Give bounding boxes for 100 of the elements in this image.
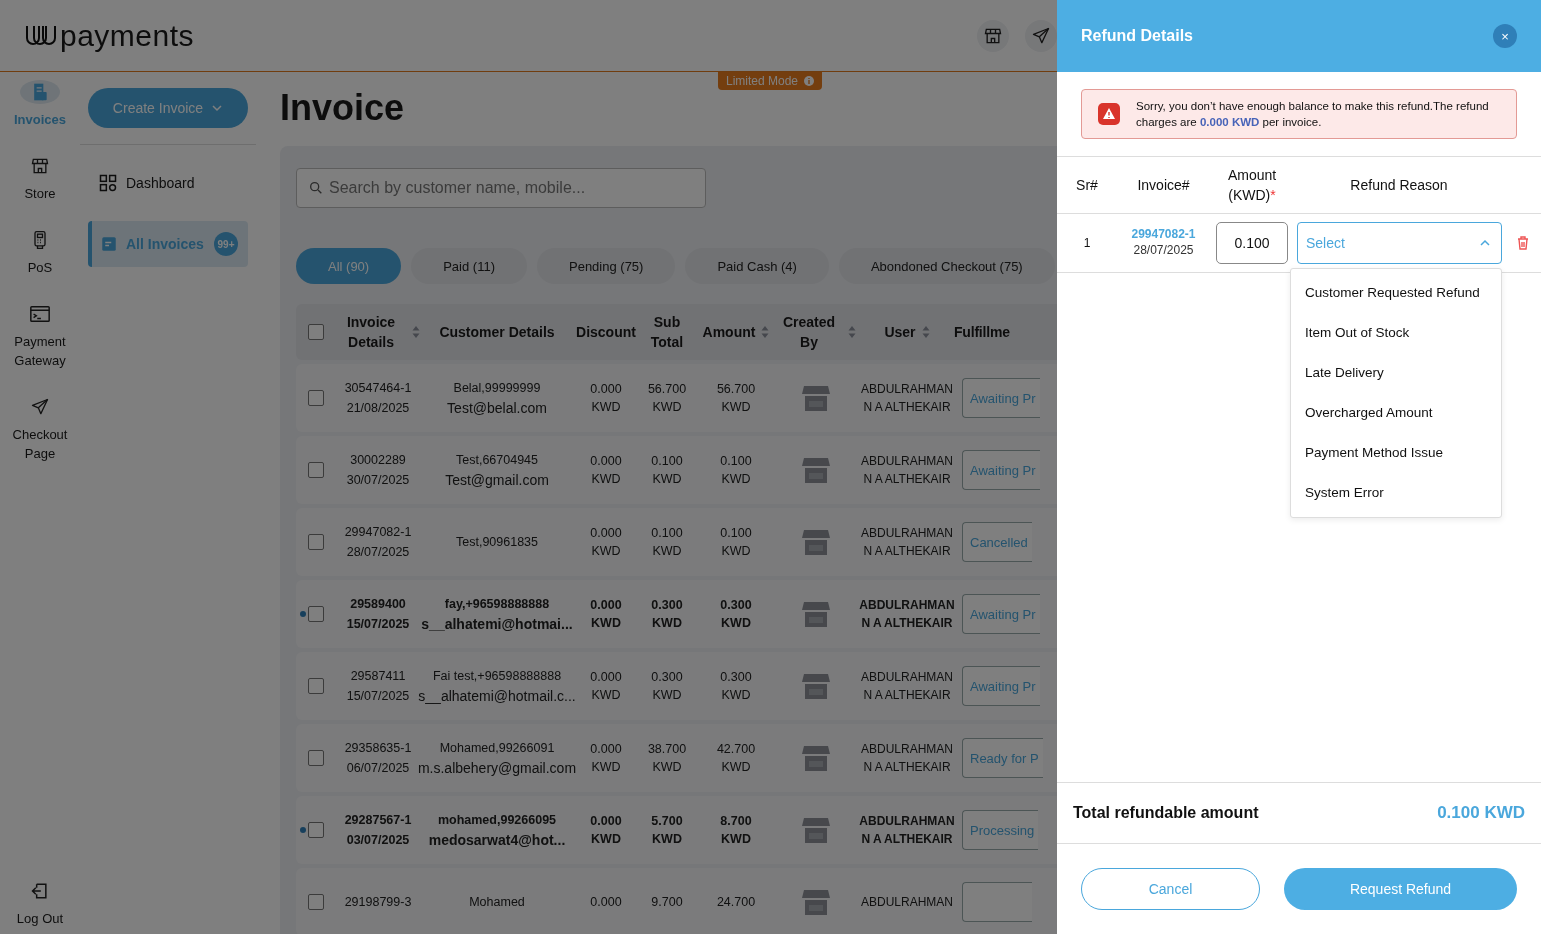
amount-value: 24.700	[716, 894, 756, 911]
column-header[interactable]: User	[884, 322, 916, 342]
invoice-date: 15/07/2025	[346, 616, 410, 633]
create-invoice-button[interactable]: Create Invoice	[88, 88, 248, 128]
status-button[interactable]: Awaiting Pr	[962, 378, 1040, 418]
status-button[interactable]: Cancelled	[962, 522, 1032, 562]
customer-name: Mohamed,99266091	[439, 740, 555, 757]
menu-item[interactable]: All Invoices 99+	[88, 221, 248, 267]
subtotal-value: 56.700 KWD	[647, 381, 687, 416]
status-button[interactable]: Awaiting Pr	[962, 666, 1040, 706]
discount-value: 0.000 KWD	[589, 597, 623, 632]
checkbox[interactable]	[308, 324, 324, 340]
invoice-link[interactable]: 29947082-1	[1131, 227, 1196, 241]
trash-icon[interactable]	[1516, 236, 1529, 250]
subtotal-value: 9.700	[651, 894, 683, 911]
invoice-date: 28/07/2025	[1133, 242, 1194, 259]
invoice-row[interactable]: 29198799-3 Mohamed 0.000 9.700 24.700 ABDULRAHMAN	[296, 868, 1057, 934]
status-button[interactable]: Awaiting Pr	[962, 450, 1040, 490]
dropdown-option[interactable]: System Error	[1291, 473, 1398, 513]
column-header[interactable]: Sub Total	[638, 312, 696, 352]
invoice-row[interactable]: 29287567-1 03/07/2025 mohamed,99266095 medosarwat4@hot... 0.000 KWD 5.700 KWD 8.700 KWD ABDULRAHMAN N A ALTHEKAIR Processing	[296, 796, 1057, 864]
cancel-button[interactable]: Cancel	[1081, 868, 1260, 910]
column-header[interactable]: Invoice Details	[336, 312, 406, 352]
column-header: Refund Reason	[1350, 177, 1448, 193]
logo-text: payments	[60, 18, 195, 53]
column-header[interactable]: Customer Details	[439, 322, 555, 342]
invoice-number: 29947082-1	[344, 524, 412, 541]
checkbox[interactable]	[308, 534, 324, 550]
total-amount: 0.100 KWD	[1437, 803, 1525, 823]
filter-tab[interactable]: Paid Cash (4)	[685, 248, 829, 284]
subtotal-value: 5.700 KWD	[650, 813, 684, 848]
amount-value: 56.700 KWD	[715, 381, 757, 416]
page-title: Invoice	[280, 86, 406, 130]
logout-button[interactable]: Log Out	[0, 879, 80, 928]
status-button[interactable]: Processing	[962, 810, 1039, 850]
invoice-row[interactable]: 29589400 15/07/2025 fay,+96598888888 s__alhatemi@hotmai... 0.000 KWD 0.300 KWD 0.300 KWD ABDULRAHMAN N A ALTHEKAIR Awaiting Pr	[296, 580, 1057, 648]
invoice-date: 03/07/2025	[346, 832, 410, 849]
customer-name: Belal,99999999	[453, 380, 541, 397]
invoice-number: 30002289	[350, 452, 406, 469]
drawer-title: Refund Details	[1081, 27, 1193, 45]
column-header[interactable]: Fulfillme	[954, 322, 1010, 342]
invoice-date: 30/07/2025	[346, 472, 410, 489]
invoice-row[interactable]: 29358635-1 06/07/2025 Mohamed,99266091 m.s.albehery@gmail.com 0.000 KWD 38.700 KWD 42.700 KWD ABDULRAHMAN N A ALTHEKAIR Ready for P	[296, 724, 1057, 792]
invoice-number: 30547464-1	[344, 380, 412, 397]
close-button[interactable]: ×	[1493, 24, 1517, 48]
invoice-icon	[20, 80, 60, 104]
nav-item[interactable]: PoS	[0, 228, 80, 277]
customer-name: Test,66704945	[456, 452, 538, 469]
status-button[interactable]: Awaiting Pr	[962, 594, 1040, 634]
search-icon	[308, 180, 324, 196]
dropdown-option[interactable]: Payment Method Issue	[1291, 433, 1458, 473]
user-name: ABDULRAHMAN N A ALTHEKAIR	[860, 525, 954, 560]
checkbox[interactable]	[308, 390, 324, 406]
dropdown-option[interactable]: Item Out of Stock	[1291, 313, 1424, 353]
column-header[interactable]: Amount	[702, 322, 756, 342]
subtotal-value: 0.100 KWD	[650, 453, 684, 488]
invoice-number: 29587411	[350, 668, 406, 685]
status-button[interactable]	[962, 882, 1032, 922]
search-field[interactable]: Search by customer name, mobile...	[296, 168, 706, 208]
filter-tab[interactable]: Abondoned Checkout (75)	[838, 248, 1055, 284]
online-store-icon	[801, 455, 831, 485]
nav-item[interactable]: Store	[0, 154, 80, 203]
invoice-row[interactable]: 30002289 30/07/2025 Test,66704945 Test@gmail.com 0.000 KWD 0.100 KWD 0.100 KWD ABDULRAHMAN N A ALTHEKAIR Awaiting Pr	[296, 436, 1057, 504]
count-badge: 99+	[214, 232, 238, 256]
column-header[interactable]: Created By	[776, 312, 842, 352]
dropdown-option[interactable]: Customer Requested Refund	[1291, 273, 1494, 313]
checkbox[interactable]	[308, 822, 324, 838]
checkbox[interactable]	[308, 462, 324, 478]
store-icon[interactable]	[976, 19, 1009, 52]
menu-item[interactable]: Dashboard	[88, 163, 248, 203]
dropdown-option[interactable]: Overcharged Amount	[1291, 393, 1447, 433]
discount-value: 0.000 KWD	[589, 453, 623, 488]
customer-email: Test@gmail.com	[445, 471, 549, 489]
dropdown-option[interactable]: Late Delivery	[1291, 353, 1398, 393]
invoice-date: 21/08/2025	[346, 400, 410, 417]
send-icon[interactable]	[1024, 19, 1057, 52]
nav-item[interactable]: Invoices	[0, 80, 80, 129]
checkbox[interactable]	[308, 750, 324, 766]
filter-tab[interactable]: Paid (11)	[411, 248, 527, 284]
nav-item[interactable]: Checkout Page	[0, 395, 80, 463]
invoice-number: 29358635-1	[344, 740, 412, 757]
amount-field[interactable]: 0.100	[1216, 222, 1288, 264]
checkbox[interactable]	[308, 678, 324, 694]
request-refund-button[interactable]: Request Refund	[1284, 868, 1517, 910]
serial-number: 1	[1083, 236, 1091, 250]
invoice-row[interactable]: 29947082-1 28/07/2025 Test,90961835 0.000 KWD 0.100 KWD 0.100 KWD ABDULRAHMAN N A ALTHEKAIR Cancelled	[296, 508, 1057, 576]
checkbox[interactable]	[308, 606, 324, 622]
customer-name: Mohamed	[469, 894, 525, 911]
customer-name: mohamed,99266095	[437, 812, 557, 829]
reason-dropdown[interactable]: Select	[1297, 222, 1502, 264]
invoice-row[interactable]: 29587411 15/07/2025 Fai test,+96598888888 s__alhatemi@hotmail.c... 0.000 KWD 0.300 KWD 0.300 KWD ABDULRAHMAN N A ALTHEKAIR Awaiting Pr	[296, 652, 1057, 720]
checkbox[interactable]	[308, 894, 324, 910]
filter-tab[interactable]: All (90)	[296, 248, 402, 284]
discount-value: 0.000 KWD	[589, 381, 623, 416]
column-header[interactable]: Discount	[576, 322, 636, 342]
status-button[interactable]: Ready for P	[962, 738, 1043, 778]
nav-item[interactable]: Payment Gateway	[0, 302, 80, 370]
filter-tab[interactable]: Pending (75)	[537, 248, 676, 284]
invoice-row[interactable]: 30547464-1 21/08/2025 Belal,99999999 Test@belal.com 0.000 KWD 56.700 KWD 56.700 KWD ABDULRAHMAN N A ALTHEKAIR Awaiting Pr	[296, 364, 1057, 432]
document-icon	[100, 235, 118, 253]
